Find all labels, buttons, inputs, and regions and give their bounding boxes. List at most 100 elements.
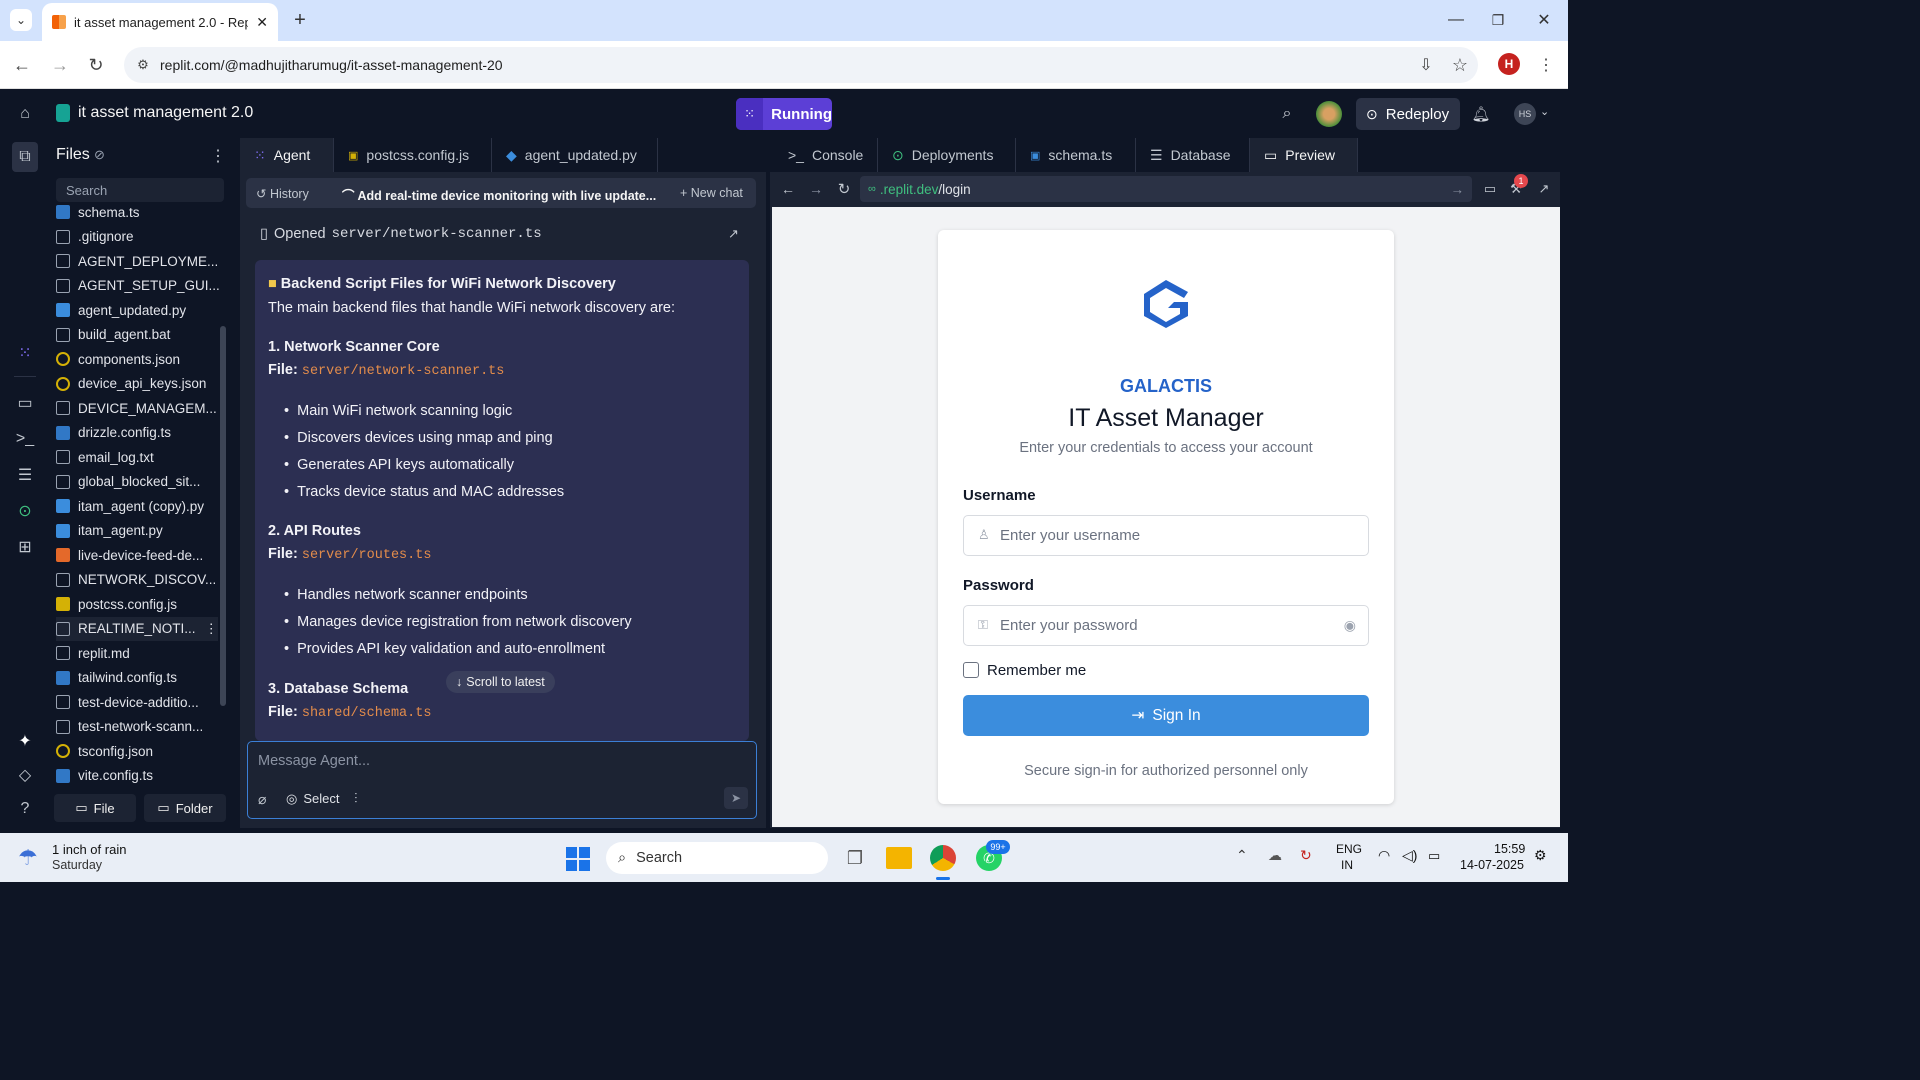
list-item[interactable]: AGENT_DEPLOYME... [56, 249, 218, 273]
preview-back-icon[interactable]: ← [778, 178, 798, 200]
list-item[interactable]: global_blocked_sit... [56, 470, 218, 494]
list-item[interactable]: schema.ts [56, 200, 218, 224]
list-item[interactable]: build_agent.bat [56, 323, 218, 347]
bell-icon[interactable]: 🔔︎ [1470, 103, 1492, 125]
sign-in-button[interactable]: ⇥ Sign In [963, 695, 1369, 736]
wifi-icon[interactable]: ◠ [1378, 847, 1390, 864]
minimize-icon[interactable]: — [1444, 8, 1468, 32]
agent-tool-icon[interactable]: ⁙ [12, 340, 38, 366]
scroll-to-latest-button[interactable]: ↓ Scroll to latest [446, 671, 555, 693]
list-item[interactable]: components.json [56, 347, 218, 371]
files-scrollbar-track[interactable] [220, 208, 226, 780]
cloud-icon[interactable]: ☁ [1268, 847, 1282, 864]
new-chat-button[interactable]: + New chat [680, 186, 743, 200]
new-folder-button[interactable]: ▭ Folder [144, 794, 226, 822]
list-item[interactable]: REALTIME_NOTI... ⋮ [56, 616, 219, 641]
tab-database[interactable]: ☰ Database [1136, 138, 1250, 172]
tray-chevron-icon[interactable]: ⌃ [1236, 847, 1248, 864]
reload-icon[interactable]: ↻ [84, 53, 108, 77]
tab-search-icon[interactable]: ⌄ [10, 9, 32, 31]
agent-message-input[interactable]: Message Agent... ⌀ ◎ Select ⫶ ➤ [247, 741, 757, 819]
tab-preview[interactable]: ▭ Preview [1250, 138, 1358, 172]
preview-tool-icon[interactable]: ▭ [12, 390, 38, 416]
new-tab-icon[interactable]: + [288, 8, 312, 32]
run-status-button[interactable]: ⁙ Running [736, 98, 832, 130]
sync-icon[interactable]: ↻ [1300, 847, 1312, 864]
console-tool-icon[interactable]: >_ [12, 426, 38, 452]
preview-reload-icon[interactable]: ↻ [834, 178, 854, 200]
redeploy-button[interactable]: ⊙ Redeploy [1356, 98, 1460, 130]
site-info-icon[interactable]: ⚙ [134, 56, 152, 74]
go-arrow-icon[interactable]: → [1451, 182, 1465, 197]
remember-checkbox[interactable] [963, 662, 979, 678]
list-item[interactable]: NETWORK_DISCOV... [56, 568, 218, 592]
list-item[interactable]: device_api_keys.json [56, 372, 218, 396]
bookmark-star-icon[interactable]: ☆ [1448, 53, 1472, 77]
list-item[interactable]: DEVICE_MANAGEM... [56, 396, 218, 420]
install-app-icon[interactable]: ⇩ [1414, 53, 1438, 77]
username-input[interactable]: ♙ Enter your username [963, 515, 1369, 556]
all-tools-icon[interactable]: ⊞ [12, 534, 38, 560]
files-menu-icon[interactable]: ⋮ [210, 146, 226, 166]
history-button[interactable]: ↺ History [256, 186, 309, 201]
list-item[interactable]: AGENT_SETUP_GUI... [56, 274, 220, 298]
project-name[interactable]: it asset management 2.0 [78, 104, 253, 122]
forward-icon[interactable]: → [48, 53, 72, 77]
attach-icon[interactable]: ⌀ [258, 791, 266, 808]
files-tool-icon[interactable]: ⧉ [12, 142, 38, 172]
list-item[interactable]: drizzle.config.ts [56, 421, 218, 445]
sparkle-icon[interactable]: ✦ [12, 728, 38, 754]
file-menu-icon[interactable]: ⋮ [205, 621, 219, 637]
section1-file-path[interactable]: server/network-scanner.ts [302, 364, 505, 379]
theme-icon[interactable]: ◇ [12, 762, 38, 788]
chevron-down-icon[interactable]: ⌄ [1540, 105, 1549, 118]
collaborator-avatar[interactable] [1316, 101, 1342, 127]
list-item[interactable]: replit.md [56, 641, 218, 665]
tab-agent-updated[interactable]: ◆ agent_updated.py [492, 138, 658, 172]
open-new-tab-icon[interactable]: ↗ [1534, 178, 1554, 200]
chrome-menu-icon[interactable]: ⋮ [1536, 53, 1556, 77]
list-item[interactable]: tsconfig.json [56, 739, 218, 763]
list-item[interactable]: agent_updated.py [56, 298, 218, 322]
file-explorer-icon[interactable] [886, 847, 912, 869]
list-item[interactable]: postcss.config.js [56, 592, 218, 616]
new-file-button[interactable]: ▭ File [54, 794, 136, 822]
rain-weather-icon[interactable]: ☂ [18, 845, 38, 871]
chrome-taskbar-icon[interactable] [930, 845, 956, 871]
settings-sliders-icon[interactable]: ⫶ [354, 790, 358, 807]
help-icon[interactable]: ? [12, 796, 38, 822]
tab-agent[interactable]: ⁙ Agent [240, 138, 334, 172]
remember-label[interactable]: Remember me [987, 662, 1086, 679]
volume-icon[interactable]: ◁) [1402, 847, 1417, 864]
tab-schema[interactable]: ▣ schema.ts [1016, 138, 1136, 172]
list-item[interactable]: vite.config.ts [56, 764, 218, 788]
clock-time[interactable]: 15:59 [1494, 842, 1525, 856]
select-button[interactable]: ◎ Select [286, 791, 339, 807]
taskbar-search[interactable]: ⌕ Search [606, 842, 828, 874]
files-scrollbar-thumb[interactable] [220, 326, 226, 706]
list-item[interactable]: email_log.txt [56, 445, 218, 469]
list-item[interactable]: itam_agent (copy).py [56, 494, 218, 518]
open-external-icon[interactable]: ↗ [728, 226, 739, 242]
files-search-input[interactable]: Search [56, 178, 224, 202]
list-item[interactable]: live-device-feed-de... [56, 543, 218, 567]
home-icon[interactable]: ⌂ [14, 103, 36, 125]
tab-deployments[interactable]: ⊙ Deployments [878, 138, 1016, 172]
tab-postcss[interactable]: ▣ postcss.config.js [334, 138, 492, 172]
tab-console[interactable]: >_ Console [774, 138, 878, 172]
list-item[interactable]: itam_agent.py [56, 519, 218, 543]
windows-start-icon[interactable] [566, 847, 590, 871]
section2-file-path[interactable]: server/routes.ts [302, 548, 432, 563]
preview-forward-icon[interactable]: → [806, 178, 826, 200]
notifications-icon[interactable]: ⚙ [1534, 847, 1547, 864]
close-window-icon[interactable]: ✕ [1532, 8, 1556, 32]
task-view-icon[interactable]: ❐ [842, 845, 868, 871]
battery-icon[interactable]: ▭ [1428, 848, 1440, 864]
list-item[interactable]: .gitignore [56, 225, 218, 249]
eye-icon[interactable]: ◉ [1344, 617, 1356, 634]
devices-icon[interactable]: ▭ [1480, 178, 1500, 200]
list-item[interactable]: test-network-scann... [56, 715, 218, 739]
deployments-tool-icon[interactable]: ⊙ [12, 498, 38, 524]
send-icon[interactable]: ➤ [724, 787, 748, 809]
list-item[interactable]: tailwind.config.ts [56, 666, 218, 690]
